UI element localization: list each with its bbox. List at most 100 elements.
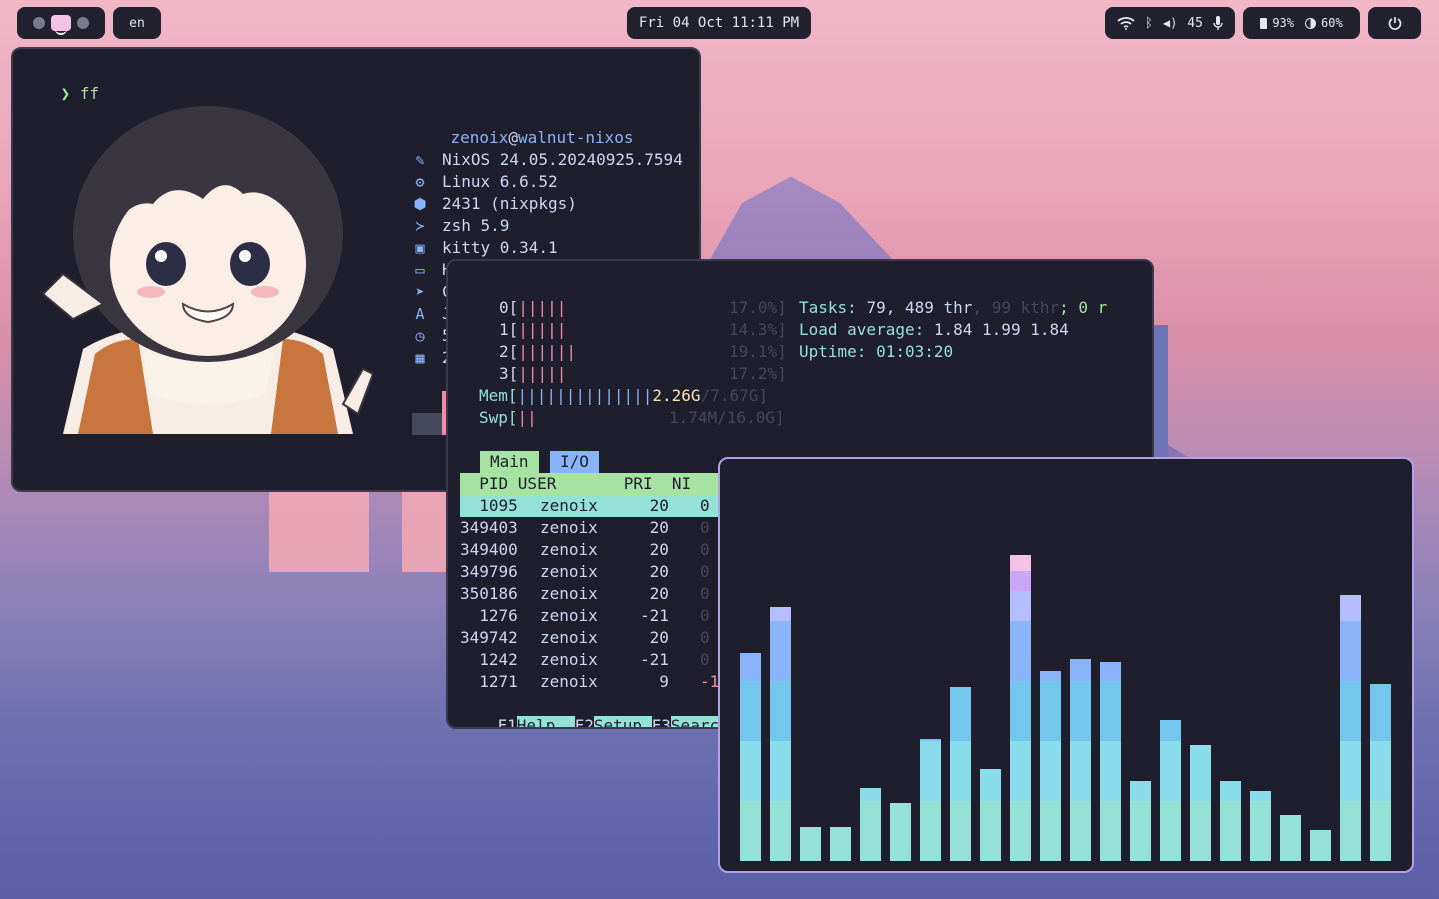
color-palette [412, 413, 446, 435]
uptime-line: Uptime: 01:03:20 [799, 341, 953, 363]
volume-icon[interactable]: ◀) [1163, 16, 1177, 30]
hostname: walnut-nixos [517, 128, 634, 147]
brightness-level: 60% [1321, 16, 1343, 30]
battery-icon [1260, 17, 1268, 29]
function-key-bar: F1Help F2Setup F3SearchF4 [459, 693, 748, 729]
shell-info: zsh 5.9 [442, 216, 510, 235]
cpu-meter: 2[|||||| [499, 341, 576, 363]
visualizer-bar [800, 827, 821, 861]
at-sign: @ [508, 128, 518, 147]
workspace-dot[interactable] [77, 17, 89, 29]
visualizer-bar [1010, 555, 1031, 861]
cpu-meter: 0[||||| [499, 297, 566, 319]
tasks-label: Tasks: [799, 298, 857, 317]
active-workspace-icon[interactable] [51, 15, 71, 35]
swap-value: 1.74M/16.0G] [669, 408, 785, 427]
process-user: zenoix [540, 672, 598, 691]
clock-icon: ◷ [415, 327, 425, 345]
system-tray[interactable]: ᛒ ◀) 45 [1105, 7, 1235, 39]
status-group[interactable]: 93% 60% [1243, 7, 1360, 39]
process-priority: 20 [640, 496, 669, 515]
process-priority: 20 [640, 584, 669, 603]
wallpaper-shape [402, 492, 446, 572]
tab-io[interactable]: I/O [550, 451, 599, 473]
os-info: NixOS 24.05.20240925.7594 [442, 150, 683, 169]
load-label: Load average: [799, 320, 925, 339]
fkey: F2 [574, 716, 594, 729]
wifi-icon[interactable] [1117, 16, 1135, 30]
visualizer-bar [1340, 595, 1361, 861]
visualizer-bar [920, 739, 941, 861]
mem-used: 2.26G [652, 386, 701, 405]
microphone-icon[interactable] [1213, 16, 1223, 30]
process-user: zenoix [540, 562, 598, 581]
process-priority: -21 [640, 650, 669, 669]
cpu-bars: ||||| [518, 320, 567, 339]
process-table-header[interactable]: PID USER PRI NI [460, 473, 720, 495]
process-user: zenoix [540, 584, 598, 603]
uptime-label: Uptime: [799, 342, 867, 361]
clock[interactable]: Fri 04 Oct 11:11 PM [627, 7, 811, 39]
process-pid: 349796 [460, 562, 518, 581]
visualizer-bar [1310, 830, 1331, 861]
process-nice: 0 [700, 496, 710, 515]
uptime-value: 01:03:20 [876, 342, 954, 361]
cpu-label: 1[ [499, 320, 519, 339]
visualizer-bar [830, 827, 851, 861]
terminal-info: kitty 0.34.1 [442, 238, 558, 257]
cpu-percent: 17.2%] [729, 364, 787, 383]
process-pid: 1271 [460, 672, 518, 691]
process-nice: 0 [700, 606, 710, 625]
process-priority: 20 [640, 518, 669, 537]
cpu-percent: 17.0%] [729, 298, 787, 317]
bluetooth-icon[interactable]: ᛒ [1145, 16, 1153, 31]
command-text: ff [79, 84, 100, 103]
cpu-meter: 1[||||| [499, 319, 566, 341]
process-user: zenoix [540, 650, 598, 669]
prompt-symbol: ❯ [60, 84, 71, 103]
battery-level: 93% [1272, 16, 1294, 30]
kernel-info: Linux 6.6.52 [442, 172, 558, 191]
process-user: zenoix [540, 518, 598, 537]
workspace-dot[interactable] [33, 17, 45, 29]
process-priority: -21 [640, 606, 669, 625]
swp-label: Swp[ [479, 408, 518, 427]
process-nice: 0 [700, 584, 710, 603]
terminal-icon: ▣ [415, 239, 425, 257]
workspace-indicator[interactable] [17, 7, 105, 39]
swp-bars: || [517, 408, 537, 427]
visualizer-bar [1070, 659, 1091, 861]
window-icon: ▭ [415, 261, 425, 279]
help-button[interactable]: Help [516, 716, 575, 727]
process-nice: 0 [700, 562, 710, 581]
process-priority: 9 [640, 672, 669, 691]
packages-info: 2431 (nixpkgs) [442, 194, 577, 213]
power-button[interactable] [1368, 7, 1421, 39]
visualizer-bar [1250, 791, 1271, 861]
running-count: ; 0 r [1059, 298, 1108, 317]
process-priority: 20 [640, 540, 669, 559]
visualizer-bar [1160, 720, 1181, 861]
cpu-label: 2[ [499, 342, 519, 361]
fkey: F1 [497, 716, 517, 729]
brightness-icon [1305, 17, 1316, 29]
pencil-icon: ✎ [415, 151, 425, 169]
mem-total: /7.67G] [700, 386, 768, 405]
cava-visualizer-window[interactable] [718, 457, 1414, 873]
tab-main[interactable]: Main [480, 451, 539, 473]
cpu-bars: ||||| [518, 298, 567, 317]
setup-button[interactable]: Setup [593, 716, 652, 727]
load-line: Load average: 1.84 1.99 1.84 [799, 319, 1069, 341]
cpu-label: 3[ [499, 364, 519, 383]
power-icon [1388, 17, 1401, 30]
process-nice: 0 [700, 518, 710, 537]
memory-meter: Mem[||||||||||||||2.26G/7.67G] [479, 385, 768, 407]
swap-meter: Swp[|| [479, 407, 537, 429]
visualizer-bar [740, 653, 761, 861]
process-user: zenoix [540, 496, 598, 515]
keyboard-layout[interactable]: en [113, 7, 161, 39]
gear-icon: ⚙ [415, 173, 425, 191]
process-user: zenoix [540, 606, 598, 625]
process-user: zenoix [540, 628, 598, 647]
process-pid: 349403 [460, 518, 518, 537]
